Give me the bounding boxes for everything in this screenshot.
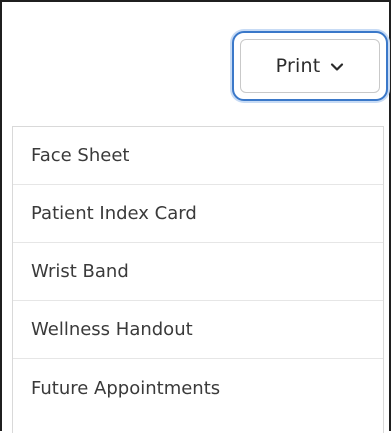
chevron-down-icon (330, 59, 344, 73)
menu-item-label: Wellness Handout (31, 319, 193, 340)
print-button-label: Print (275, 55, 321, 77)
menu-item-patient-index-card[interactable]: Patient Index Card (13, 185, 383, 243)
print-button[interactable]: Print (232, 31, 388, 101)
menu-item-label: Patient Index Card (31, 203, 197, 224)
menu-item-label: Wrist Band (31, 261, 129, 282)
menu-item-wellness-handout[interactable]: Wellness Handout (13, 301, 383, 359)
print-button-inner[interactable]: Print (240, 39, 380, 93)
menu-item-future-appointments[interactable]: Future Appointments (13, 359, 383, 417)
menu-item-label: Future Appointments (31, 377, 221, 399)
menu-item-wrist-band[interactable]: Wrist Band (13, 243, 383, 301)
menu-item-label: Face Sheet (31, 145, 130, 166)
print-menu: Face Sheet Patient Index Card Wrist Band… (12, 126, 384, 433)
menu-item-face-sheet[interactable]: Face Sheet (13, 127, 383, 185)
print-dropdown-panel: Print Face Sheet Patient Index Card Wris… (0, 0, 391, 433)
